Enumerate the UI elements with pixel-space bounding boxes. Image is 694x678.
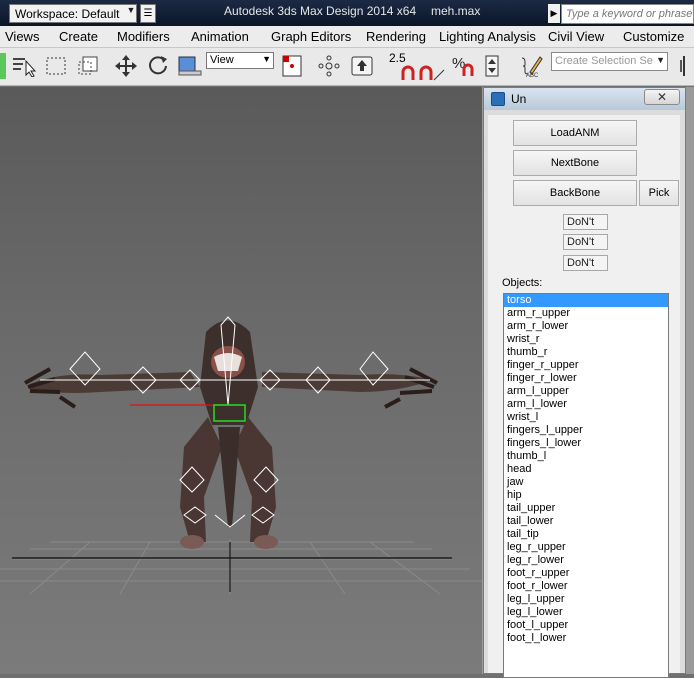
select-by-name-icon[interactable]	[10, 54, 38, 78]
list-item[interactable]: tail_upper	[504, 502, 668, 515]
list-item[interactable]: jaw	[504, 476, 668, 489]
list-item[interactable]: foot_r_lower	[504, 580, 668, 593]
rectangular-selection-icon[interactable]	[43, 54, 69, 78]
list-item[interactable]: fingers_l_upper	[504, 424, 668, 437]
menu-bar: Views Create Modifiers Animation Graph E…	[0, 26, 694, 48]
app-icon	[491, 92, 505, 106]
reference-coordinate-select[interactable]: View ▼	[206, 52, 274, 69]
rollout-dialog: Un ✕ LoadANM NextBone BackBone Pick DoN'…	[483, 87, 686, 678]
chevron-down-icon[interactable]: ▼	[125, 5, 137, 22]
close-button[interactable]: ✕	[644, 89, 680, 105]
list-item[interactable]: leg_r_upper	[504, 541, 668, 554]
list-item[interactable]: leg_l_lower	[504, 606, 668, 619]
list-item[interactable]: leg_r_lower	[504, 554, 668, 567]
window-crossing-icon[interactable]	[76, 54, 102, 78]
list-item[interactable]: hip	[504, 489, 668, 502]
dont-field-2[interactable]: DoN't	[563, 234, 608, 250]
quick-access-menu-icon[interactable]: ☰	[140, 4, 156, 23]
dont-field-3[interactable]: DoN't	[563, 255, 608, 271]
perspective-viewport[interactable]	[0, 87, 482, 674]
edit-named-selection-icon[interactable]: ABC	[520, 54, 544, 78]
list-item[interactable]: finger_r_upper	[504, 359, 668, 372]
next-bone-button[interactable]: NextBone	[513, 150, 637, 176]
workspace-selector[interactable]: Workspace: Default	[9, 4, 137, 23]
title-bar: Workspace: Default ▼ ☰ Autodesk 3ds Max …	[0, 0, 694, 26]
scale-icon[interactable]	[175, 54, 203, 78]
select-and-link-icon[interactable]	[316, 54, 342, 78]
list-item[interactable]: leg_l_upper	[504, 593, 668, 606]
move-icon[interactable]	[113, 54, 139, 78]
file-name: meh.max	[431, 4, 481, 18]
home-grid	[0, 539, 482, 595]
menu-rendering[interactable]: Rendering	[366, 29, 426, 44]
snap-toggle-icons[interactable]	[400, 64, 446, 82]
snap-toggle-value[interactable]: 2.5	[389, 51, 406, 65]
objects-label: Objects:	[502, 277, 543, 289]
list-item[interactable]: tail_tip	[504, 528, 668, 541]
menu-graph-editors[interactable]: Graph Editors	[271, 29, 351, 44]
list-item[interactable]: torso	[504, 294, 668, 307]
menu-customize[interactable]: Customize	[623, 29, 684, 44]
dont-field-1[interactable]: DoN't	[563, 214, 608, 230]
list-item[interactable]: arm_l_upper	[504, 385, 668, 398]
menu-civil-view[interactable]: Civil View	[548, 29, 604, 44]
list-item[interactable]: arm_l_lower	[504, 398, 668, 411]
rotate-icon[interactable]	[145, 54, 171, 78]
list-item[interactable]: arm_r_upper	[504, 307, 668, 320]
list-item[interactable]: fingers_l_lower	[504, 437, 668, 450]
menu-animation[interactable]: Animation	[191, 29, 249, 44]
pivot-center-icon[interactable]	[279, 54, 305, 78]
list-item[interactable]: finger_r_lower	[504, 372, 668, 385]
expand-arrow-icon[interactable]: ▶	[548, 4, 560, 23]
load-anm-button[interactable]: LoadANM	[513, 120, 637, 146]
percent-snap-icon[interactable]: %	[451, 54, 477, 78]
mirror-icon[interactable]	[676, 54, 694, 78]
main-toolbar: View ▼ 2.5 % ABC Create Selection Se ▼	[0, 48, 694, 86]
svg-text:ABC: ABC	[526, 73, 539, 78]
back-bone-button[interactable]: BackBone	[513, 180, 637, 206]
menu-lighting-analysis[interactable]: Lighting Analysis	[439, 29, 536, 44]
selection-filter-icon[interactable]	[0, 53, 6, 79]
keyboard-shortcut-icon[interactable]	[349, 54, 375, 78]
list-item[interactable]: foot_l_lower	[504, 632, 668, 645]
menu-views[interactable]: Views	[5, 29, 39, 44]
list-item[interactable]: thumb_l	[504, 450, 668, 463]
app-title: Autodesk 3ds Max Design 2014 x64	[224, 4, 417, 18]
menu-modifiers[interactable]: Modifiers	[117, 29, 170, 44]
dialog-title: Un	[511, 92, 527, 106]
spinner-snap-icon[interactable]	[482, 54, 506, 78]
objects-listbox[interactable]: torso arm_r_upper arm_r_lower wrist_r thumb_…	[503, 293, 669, 678]
menu-create[interactable]: Create	[59, 29, 98, 44]
list-item[interactable]: arm_r_lower	[504, 320, 668, 333]
named-selection-set-select[interactable]: Create Selection Se ▼	[551, 52, 668, 71]
list-item[interactable]: foot_r_upper	[504, 567, 668, 580]
list-item[interactable]: tail_lower	[504, 515, 668, 528]
help-search-input[interactable]: Type a keyword or phrase	[561, 4, 694, 24]
list-item[interactable]: foot_l_upper	[504, 619, 668, 632]
list-item[interactable]: wrist_l	[504, 411, 668, 424]
list-item[interactable]: thumb_r	[504, 346, 668, 359]
dialog-title-bar[interactable]: Un ✕	[484, 88, 685, 110]
viewport-scene	[0, 316, 482, 595]
list-item[interactable]: wrist_r	[504, 333, 668, 346]
dialog-body: LoadANM NextBone BackBone Pick DoN't DoN…	[488, 115, 680, 678]
pick-button[interactable]: Pick	[639, 180, 679, 206]
list-item[interactable]: head	[504, 463, 668, 476]
